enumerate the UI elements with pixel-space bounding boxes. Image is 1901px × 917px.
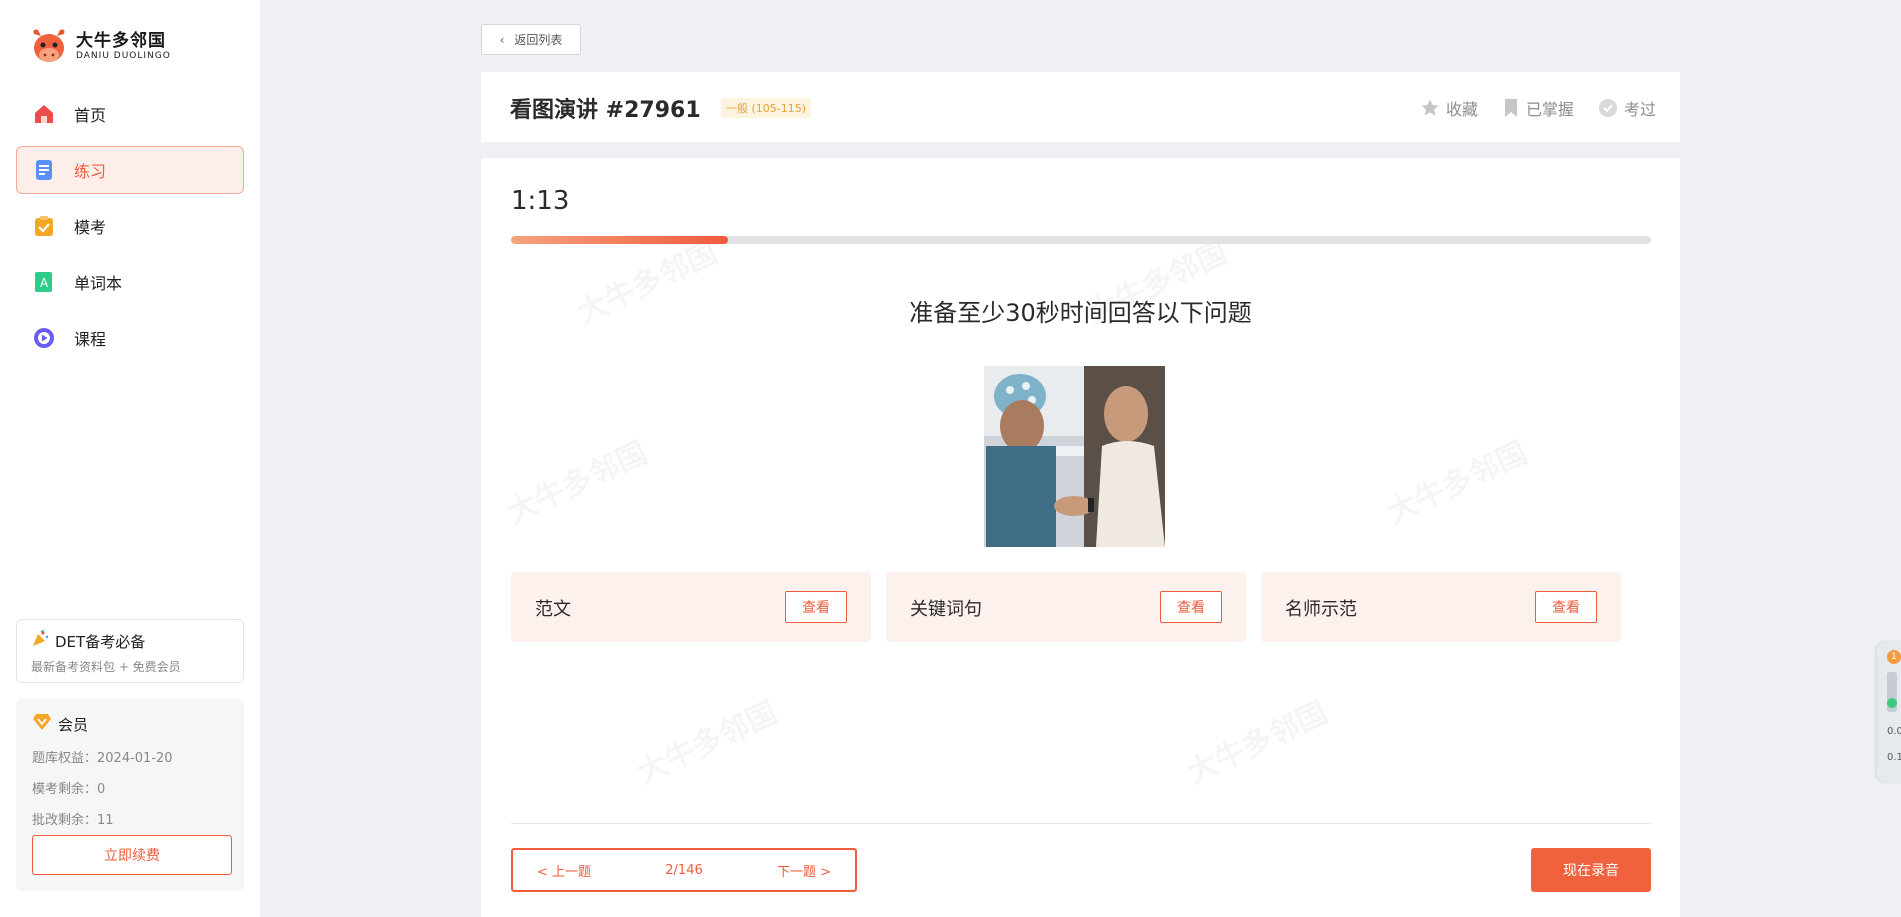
sidebar-item-practice[interactable]: 练习 [16,146,244,194]
resource-label: 关键词句 [910,599,982,620]
progress-bar [511,236,1651,244]
watermark: 大牛多邻国 [499,428,654,531]
member-title: 会员 [58,715,89,734]
sidebar-item-courses[interactable]: 课程 [16,314,244,362]
notification-badge: 1 [1887,650,1901,664]
widget-value-2: 0.1 [1887,752,1901,763]
renew-button[interactable]: 立即续费 [32,835,232,875]
question-pager: < 上一题 2/146 下一题 > [511,848,857,892]
member-mock-value: 0 [97,782,106,797]
promo-subtitle: 最新备考资料包 + 免费会员 [31,660,181,674]
instruction-text: 准备至少30秒时间回答以下问题 [909,299,1252,327]
resource-card-sample-answer: 范文 查看 [511,572,871,642]
question-content: 大牛多邻国 大牛多邻国 大牛多邻国 大牛多邻国 大牛多邻国 大牛多邻国 1:13… [481,158,1680,917]
sidebar-item-label: 练习 [74,162,107,181]
member-mock-label: 模考剩余： [32,782,98,797]
sidebar-item-label: 单词本 [74,274,123,293]
sidebar-item-vocabulary[interactable]: A 单词本 [16,258,244,306]
document-icon [33,159,55,181]
member-card: 会员 题库权益：2024-01-20 模考剩余：0 批改剩余：11 立即续费 [16,699,244,891]
member-grade-label: 批改剩余： [32,813,98,828]
watermark: 大牛多邻国 [1379,428,1534,531]
brand-name-en: DANIU DUOLINGO [76,50,171,61]
difficulty-badge: 一般 (105-115) [721,98,812,118]
vocabulary-book-icon: A [33,271,55,293]
favorite-label: 收藏 [1445,100,1478,119]
sidebar-item-home[interactable]: 首页 [16,90,244,138]
page-indicator: 2/146 [665,862,703,878]
promo-title: DET备考必备 [55,632,146,651]
question-title: 看图演讲 #27961 [510,98,701,123]
watermark: 大牛多邻国 [1179,688,1334,791]
vip-diamond-icon [32,713,52,735]
brand-name: 大牛多邻国 [76,30,166,51]
progress-fill [511,236,728,244]
next-question-button[interactable]: 下一题 > [777,861,831,880]
question-photo [984,366,1165,547]
view-sample-answer-button[interactable]: 查看 [785,591,847,623]
floating-speed-widget[interactable]: 1 0.0 0.1 [1877,642,1901,782]
member-mock-row: 模考剩余：0 [32,778,228,797]
bookmark-icon [1504,99,1517,117]
member-bank-value: 2024-01-20 [97,751,173,766]
member-grade-row: 批改剩余：11 [32,809,228,828]
watermark: 大牛多邻国 [629,688,784,791]
star-icon [1421,99,1439,116]
resource-card-teacher-demo: 名师示范 查看 [1261,572,1621,642]
favorite-button[interactable]: 收藏 [1420,96,1478,120]
back-to-list-button[interactable]: ‹ 返回列表 [481,24,581,55]
member-grade-value: 11 [97,813,114,828]
divider [511,823,1651,824]
sidebar-item-label: 首页 [74,106,107,125]
view-teacher-demo-button[interactable]: 查看 [1535,591,1597,623]
play-circle-icon [33,327,55,349]
bull-logo-icon [30,26,68,66]
sidebar-item-mock-exam[interactable]: 模考 [16,202,244,250]
brand-logo[interactable]: 大牛多邻国 DANIU DUOLINGO [30,26,171,66]
sidebar-nav: 首页 练习 模考 A 单词本 课程 [16,90,244,370]
resource-label: 范文 [535,599,571,620]
member-bank-row: 题库权益：2024-01-20 [32,747,228,766]
resource-card-key-phrases: 关键词句 查看 [886,572,1246,642]
home-icon [33,103,55,125]
clipboard-check-icon [33,215,55,237]
widget-value-1: 0.0 [1887,726,1901,737]
sidebar-item-label: 模考 [74,218,107,237]
tested-button[interactable]: 考过 [1598,96,1656,120]
start-recording-button[interactable]: 现在录音 [1531,848,1651,892]
sidebar: 大牛多邻国 DANIU DUOLINGO 首页 练习 模考 A 单词本 课程 D… [0,0,260,917]
question-header: 看图演讲 #27961 一般 (105-115) 收藏 已掌握 考过 [481,72,1680,142]
member-bank-label: 题库权益： [32,751,98,766]
sidebar-item-label: 课程 [74,330,107,349]
check-circle-icon [1598,99,1617,117]
countdown-timer: 1:13 [511,186,570,216]
chevron-left-icon: ‹ [499,32,505,47]
tested-label: 考过 [1623,100,1656,119]
svg-text:A: A [40,276,49,290]
mastered-label: 已掌握 [1525,100,1574,119]
view-key-phrases-button[interactable]: 查看 [1160,591,1222,623]
party-popper-icon [31,630,49,652]
previous-question-button[interactable]: < 上一题 [537,861,591,880]
det-promo-card[interactable]: DET备考必备 最新备考资料包 + 免费会员 [16,619,244,683]
back-label: 返回列表 [514,33,563,47]
mastered-button[interactable]: 已掌握 [1502,96,1574,120]
resource-label: 名师示范 [1285,599,1357,620]
status-dot-icon [1887,698,1897,708]
